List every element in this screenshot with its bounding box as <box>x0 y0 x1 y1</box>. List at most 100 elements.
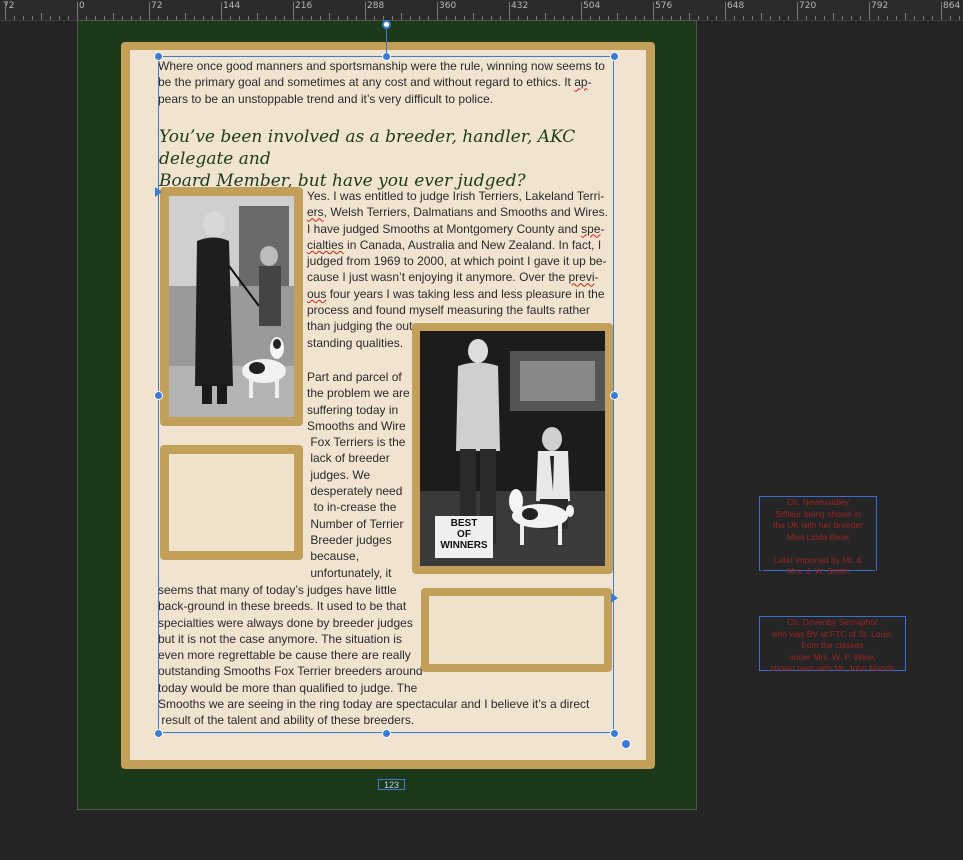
ruler-tick <box>770 16 771 20</box>
ruler-tick <box>806 16 807 20</box>
ruler-tick <box>509 2 510 20</box>
ruler-tick <box>41 13 42 20</box>
ruler-tick <box>365 2 366 20</box>
text-flow-in-port-icon[interactable] <box>155 187 162 197</box>
text-frame-selection[interactable] <box>158 56 614 733</box>
ruler-tick <box>959 16 960 20</box>
ruler-label: 144 <box>223 1 241 11</box>
caption-line: the UK with her breeder <box>773 520 863 530</box>
caption-line <box>760 543 876 555</box>
ruler-label: 792 <box>871 1 889 11</box>
text-flow-out-port-icon[interactable] <box>611 593 618 603</box>
ruler-tick <box>725 2 726 20</box>
ruler-label: 432 <box>511 1 529 11</box>
ruler-tick <box>878 16 879 20</box>
ruler-tick <box>761 13 762 20</box>
resize-handle-bottom[interactable] <box>382 729 391 738</box>
ruler-tick <box>473 13 474 20</box>
ruler-tick <box>797 2 798 20</box>
ruler-tick <box>950 16 951 20</box>
ruler-label: 216 <box>295 1 313 11</box>
ruler-tick <box>752 16 753 20</box>
ruler-tick <box>653 2 654 20</box>
ruler-label: 720 <box>799 1 817 11</box>
ruler-tick <box>860 16 861 20</box>
resize-handle-left[interactable] <box>154 391 163 400</box>
ruler-tick <box>32 16 33 20</box>
ruler-tick <box>68 16 69 20</box>
ruler-tick <box>59 16 60 20</box>
page-number[interactable]: 123 <box>378 779 405 790</box>
ruler-tick <box>698 16 699 20</box>
caption-text-newmaidley: Ch. Newmaidley Siffleur being shown in the… <box>760 497 876 578</box>
rotate-handle[interactable] <box>382 20 391 29</box>
ruler-tick <box>905 13 906 20</box>
caption-line: under Mrs. W. P. Wear, <box>789 651 876 662</box>
ruler-tick <box>887 16 888 20</box>
ruler-tick <box>545 13 546 20</box>
ruler-tick <box>581 2 582 20</box>
caption-line: Siffleur being shown in <box>775 508 861 519</box>
ruler-tick <box>617 13 618 20</box>
ruler-label: 504 <box>583 1 601 11</box>
ruler-tick <box>5 2 6 20</box>
resize-handle-top-left[interactable] <box>154 52 163 61</box>
ruler-label: 864 <box>943 1 961 11</box>
ruler-tick <box>815 16 816 20</box>
ruler-label: 360 <box>439 1 457 11</box>
resize-handle-top[interactable] <box>382 52 391 61</box>
ruler-label: 288 <box>367 1 385 11</box>
resize-handle-bottom-right[interactable] <box>610 729 619 738</box>
ruler-tick <box>185 13 186 20</box>
rotate-handle-stem <box>386 29 387 53</box>
ruler-tick <box>833 13 834 20</box>
caption-frame-dovenby[interactable]: Ch. Dovenby Semaphor who was BV at FTC of… <box>759 616 906 673</box>
caption-line: shown here with Mr. John Marvin <box>770 663 895 673</box>
ruler-tick <box>329 13 330 20</box>
caption-frame-newmaidley[interactable]: Ch. Newmaidley Siffleur being shown in the… <box>759 496 878 576</box>
ruler-label: 648 <box>727 1 745 11</box>
caption-line: Mrs. J. W. Smith <box>787 566 849 576</box>
ruler-tick <box>851 16 852 20</box>
ruler-tick <box>149 2 150 20</box>
ruler-tick <box>824 16 825 20</box>
ruler-tick <box>932 16 933 20</box>
ruler-tick <box>14 16 15 20</box>
ruler-tick <box>842 16 843 20</box>
ruler-tick <box>77 2 78 20</box>
ruler-tick <box>437 2 438 20</box>
resize-handle-right[interactable] <box>610 391 619 400</box>
ruler-tick <box>707 16 708 20</box>
caption-line: Later imported by Mr. & <box>773 554 863 565</box>
caption-line: Ch. Newmaidley <box>787 497 849 507</box>
resize-handle-top-right[interactable] <box>610 52 619 61</box>
ruler-tick <box>914 16 915 20</box>
ruler-tick <box>689 13 690 20</box>
ruler-tick <box>293 2 294 20</box>
resize-handle-bottom-left[interactable] <box>154 729 163 738</box>
caption-line: Miss Linda Beak <box>786 531 850 542</box>
ruler-label: 72 <box>151 1 163 11</box>
ruler-label: 0 <box>79 1 85 11</box>
ruler-tick <box>923 16 924 20</box>
ruler-tick <box>401 13 402 20</box>
ruler-tick <box>734 16 735 20</box>
ruler-tick <box>941 2 942 20</box>
caption-text-dovenby: Ch. Dovenby Semaphor who was BV at FTC of… <box>760 617 905 675</box>
ruler-tick <box>23 16 24 20</box>
caption-line: who was BV at FTC of St. Louis, <box>771 628 894 639</box>
frame-link-handle[interactable] <box>621 739 631 749</box>
caption-line: from the classes <box>801 640 864 650</box>
ruler-tick <box>743 16 744 20</box>
horizontal-ruler[interactable]: 72 0 72 144 216 288 360 432 504 576 648 720 792 864 <box>0 0 963 21</box>
caption-line: Ch. Dovenby Semaphor <box>787 617 878 627</box>
ruler-tick <box>896 16 897 20</box>
ruler-tick <box>779 16 780 20</box>
ruler-tick <box>113 13 114 20</box>
ruler-tick <box>221 2 222 20</box>
ruler-tick <box>788 16 789 20</box>
ruler-label: 576 <box>655 1 673 11</box>
ruler-tick <box>869 2 870 20</box>
ruler-tick <box>716 16 717 20</box>
ruler-tick <box>50 16 51 20</box>
